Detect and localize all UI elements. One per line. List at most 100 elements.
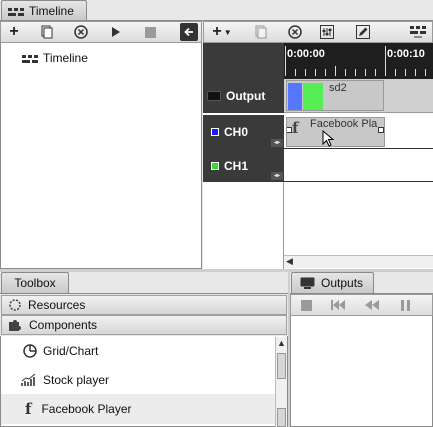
- output-skip-start-button[interactable]: [329, 296, 347, 314]
- delete-track-button[interactable]: [286, 23, 304, 41]
- ruler-time-start: 0:00:00: [287, 48, 325, 60]
- facebook-icon: f: [292, 119, 299, 137]
- delete-icon: [74, 25, 88, 39]
- section-label: Components: [29, 318, 98, 332]
- resize-handle-icon[interactable]: ◂▸: [271, 172, 283, 180]
- section-resources[interactable]: Resources: [1, 295, 287, 315]
- collapse-button[interactable]: [180, 23, 198, 41]
- timeline-grid-icon: [410, 26, 426, 38]
- track-lane-ch1: [284, 149, 433, 182]
- ruler-tick: [405, 69, 406, 76]
- list-item-facebook-player[interactable]: f Facebook Player: [1, 394, 276, 424]
- tab-timeline-label: Timeline: [29, 3, 74, 18]
- channel-color-swatch: [211, 128, 219, 136]
- properties-button[interactable]: [318, 23, 336, 41]
- timeline-icon: [8, 6, 24, 16]
- outputs-view: [290, 316, 433, 427]
- copy-icon: [41, 25, 53, 39]
- mouse-cursor-icon: [322, 130, 335, 147]
- horizontal-scrollbar[interactable]: ◀: [284, 255, 433, 268]
- list-item-label: Grid/Chart: [43, 344, 99, 358]
- puzzle-icon: [9, 320, 21, 331]
- list-item-label: Stock player: [43, 373, 110, 387]
- stop-icon: [144, 26, 156, 38]
- clip-handle-right[interactable]: [378, 127, 384, 133]
- resources-icon: [9, 299, 21, 311]
- tree-item-label: Timeline: [43, 51, 88, 65]
- output-stop-button[interactable]: [297, 296, 315, 314]
- skip-back-icon: [331, 300, 345, 310]
- tab-timeline[interactable]: Timeline: [1, 0, 87, 20]
- ruler-tick: [315, 69, 316, 76]
- track-header-ch0[interactable]: CH0 ◂▸: [203, 115, 284, 149]
- timeline-icon: [22, 53, 38, 63]
- arrow-left-icon: [184, 27, 193, 37]
- ruler-major-tick: [385, 46, 386, 76]
- copy-button[interactable]: [38, 23, 56, 41]
- tab-outputs-label: Outputs: [321, 276, 364, 290]
- tree-toolbar: [0, 21, 202, 43]
- ruler-tick: [365, 69, 366, 76]
- track-header-ch1[interactable]: CH1 ◂▸: [203, 149, 284, 182]
- list-item-grid-chart[interactable]: Grid/Chart: [1, 336, 276, 366]
- play-button[interactable]: [107, 23, 125, 41]
- ruler-spacer: [203, 43, 284, 79]
- output-clip-blue-segment: [288, 83, 302, 110]
- section-components[interactable]: Components: [1, 315, 287, 335]
- facebook-icon: f: [25, 400, 32, 418]
- output-pause-button[interactable]: [397, 296, 415, 314]
- sliders-icon: [320, 25, 334, 39]
- track-area-border: [203, 182, 284, 269]
- pie-chart-icon: [23, 344, 37, 358]
- ruler-tick: [425, 69, 426, 76]
- copy-track-button[interactable]: [252, 23, 270, 41]
- stop-icon: [300, 299, 312, 311]
- ruler-tick: [375, 69, 376, 76]
- tab-toolbox[interactable]: Toolbox: [1, 272, 69, 293]
- clip-label: sd2: [329, 82, 347, 94]
- delete-icon: [288, 25, 302, 39]
- monitor-icon: [300, 277, 315, 289]
- stock-chart-icon: [21, 373, 36, 386]
- scroll-left-icon[interactable]: ◀: [286, 256, 293, 267]
- clip-handle-left[interactable]: [287, 127, 292, 133]
- edit-button[interactable]: [354, 23, 372, 41]
- add-button[interactable]: +: [5, 23, 23, 41]
- monitor-icon: [207, 91, 221, 101]
- scrollbar-thumb-lower[interactable]: [277, 408, 286, 427]
- ruler-tick: [305, 69, 306, 76]
- stop-button[interactable]: [141, 23, 159, 41]
- channel-color-swatch: [211, 161, 219, 170]
- ruler-major-tick: [285, 46, 286, 76]
- add-track-button[interactable]: + ▼: [208, 23, 236, 41]
- ruler-time-next: 0:00:10: [387, 48, 425, 60]
- scrollbar-thumb[interactable]: [277, 353, 286, 379]
- pencil-icon: [356, 25, 370, 39]
- pause-icon: [401, 299, 410, 311]
- ruler-tick: [395, 69, 396, 76]
- tab-outputs[interactable]: Outputs: [291, 272, 374, 293]
- tab-toolbox-label: Toolbox: [14, 276, 56, 290]
- toolbox-tab-line: [0, 293, 288, 294]
- ruler-tick: [325, 69, 326, 76]
- track-header-output[interactable]: Output: [203, 79, 284, 113]
- track-name: Output: [226, 89, 266, 103]
- play-icon: [112, 27, 120, 37]
- output-rewind-button[interactable]: [363, 296, 381, 314]
- list-item-stock-player[interactable]: Stock player: [1, 365, 276, 395]
- output-clip-green-segment: [303, 83, 323, 110]
- copy-icon: [255, 25, 267, 39]
- track-name: CH0: [224, 125, 249, 139]
- timeline-settings-button[interactable]: [409, 23, 427, 41]
- rewind-icon: [365, 300, 379, 310]
- tree-item-timeline[interactable]: Timeline: [22, 50, 88, 66]
- ruler-tick: [345, 69, 346, 76]
- resize-handle-icon[interactable]: ◂▸: [271, 139, 283, 147]
- time-ruler[interactable]: 0:00:00 0:00:10: [284, 43, 433, 79]
- scroll-up-icon[interactable]: ▲: [277, 338, 286, 348]
- clip-label: Facebook Pla: [310, 118, 378, 130]
- output-clip[interactable]: sd2: [286, 80, 384, 111]
- ruler-tick: [415, 69, 416, 76]
- vertical-scrollbar[interactable]: ▲: [275, 337, 287, 427]
- delete-button[interactable]: [72, 23, 90, 41]
